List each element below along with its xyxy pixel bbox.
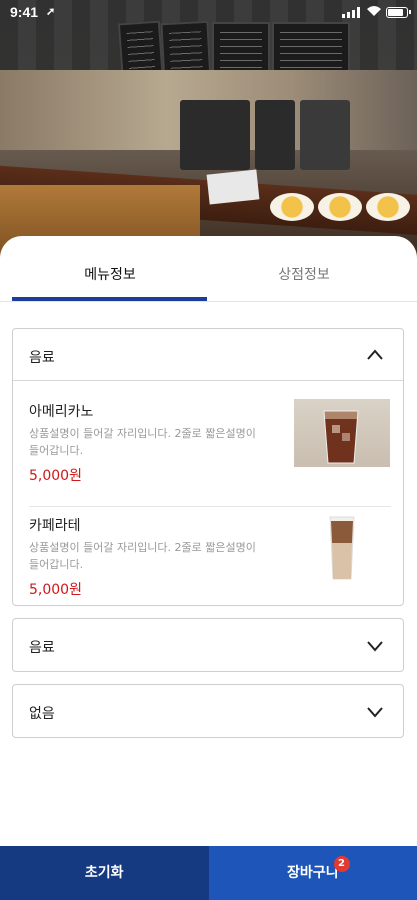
chevron-down-icon[interactable] bbox=[365, 635, 385, 655]
category-panel-beverage: 음료 아메리카노 상품설명이 들어갈 자리입니다. 2줄로 짧은설명이 들어갑니… bbox=[12, 328, 404, 606]
wifi-icon bbox=[366, 4, 382, 21]
menu-item-description: 상품설명이 들어갈 자리입니다. 2줄로 짧은설명이 들어갑니다. bbox=[29, 427, 256, 457]
category-title: 음료 bbox=[29, 350, 55, 366]
cellular-signal-icon bbox=[342, 7, 360, 18]
location-arrow-icon: ➚ bbox=[46, 6, 56, 18]
tab-menu-info[interactable]: 메뉴정보 bbox=[10, 264, 210, 284]
category-title: 없음 bbox=[29, 706, 55, 722]
iced-latte-image bbox=[294, 513, 390, 581]
iced-americano-image bbox=[294, 399, 390, 467]
category-panel-collapsed[interactable]: 없음 bbox=[12, 684, 404, 738]
category-header[interactable]: 음료 bbox=[13, 329, 403, 381]
chevron-up-icon[interactable] bbox=[365, 345, 385, 365]
category-title: 음료 bbox=[29, 640, 55, 656]
bottom-action-bar: 초기화 장바구니 2 bbox=[0, 846, 417, 900]
menu-item-name: 카페라테 bbox=[29, 518, 81, 534]
menu-item[interactable]: 카페라테 상품설명이 들어갈 자리입니다. 2줄로 짧은설명이 들어갑니다. 5… bbox=[29, 507, 391, 615]
category-header[interactable]: 음료 bbox=[13, 619, 403, 671]
category-header[interactable]: 없음 bbox=[13, 685, 403, 737]
menu-item[interactable]: 아메리카노 상품설명이 들어갈 자리입니다. 2줄로 짧은설명이 들어갑니다. … bbox=[29, 399, 391, 507]
category-panel-collapsed[interactable]: 음료 bbox=[12, 618, 404, 672]
menu-item-price: 5,000원 bbox=[29, 468, 82, 484]
battery-icon bbox=[386, 7, 411, 18]
menu-item-description: 상품설명이 들어갈 자리입니다. 2줄로 짧은설명이 들어갑니다. bbox=[29, 541, 256, 571]
tab-store-info[interactable]: 상점정보 bbox=[204, 264, 404, 284]
detail-sheet: 메뉴정보 상점정보 음료 아메리카노 상품설명이 들어갈 자리입니다. 2줄로 … bbox=[0, 236, 417, 900]
tab-bar: 메뉴정보 상점정보 bbox=[0, 236, 417, 302]
active-tab-indicator bbox=[12, 297, 207, 301]
store-hero-image bbox=[0, 0, 417, 260]
status-time: 9:41 bbox=[10, 4, 39, 20]
status-bar: 9:41 ➚ bbox=[0, 0, 417, 24]
chevron-down-icon[interactable] bbox=[365, 701, 385, 721]
menu-item-price: 5,000원 bbox=[29, 582, 82, 598]
reset-button[interactable]: 초기화 bbox=[0, 846, 209, 900]
cart-button[interactable]: 장바구니 2 bbox=[208, 846, 417, 900]
menu-item-name: 아메리카노 bbox=[29, 404, 94, 420]
cart-button-label: 장바구니 bbox=[286, 865, 339, 881]
cart-count-badge: 2 bbox=[333, 856, 350, 872]
reset-button-label: 초기화 bbox=[84, 865, 124, 881]
